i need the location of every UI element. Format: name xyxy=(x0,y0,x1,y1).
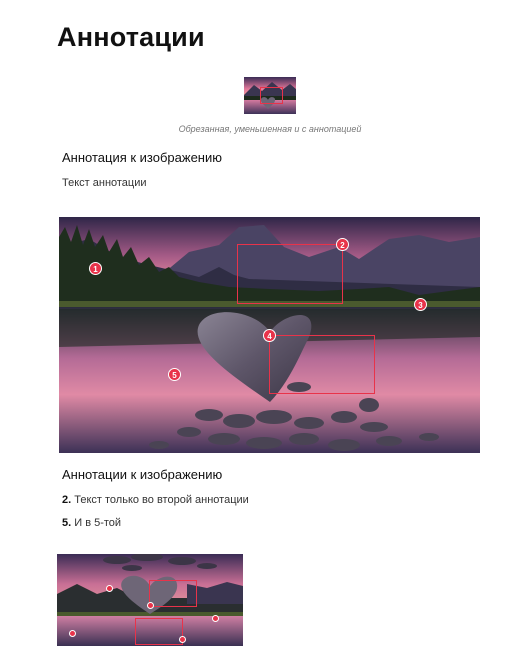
thumbnail-image[interactable] xyxy=(244,77,296,114)
annotation-marker-2[interactable]: 2 xyxy=(336,238,349,251)
bottom-image[interactable] xyxy=(57,554,243,646)
annotation-marker-3[interactable]: 3 xyxy=(414,298,427,311)
page-title: Аннотации xyxy=(57,22,205,52)
bottom-marker-e xyxy=(179,636,186,643)
annotation-text: Текст аннотации xyxy=(62,177,147,189)
bottom-annotation-box-2 xyxy=(135,618,183,645)
annotations-heading: Аннотации к изображению xyxy=(62,467,223,482)
note-text: Текст только во второй аннотации xyxy=(74,494,249,506)
thumbnail-caption: Обрезанная, уменьшенная и с аннотацией xyxy=(178,124,362,134)
annotation-note-2: 2. Текст только во второй аннотации xyxy=(62,494,249,506)
bottom-annotation-box-1 xyxy=(149,580,197,607)
annotation-box-2[interactable] xyxy=(237,244,343,304)
thumbnail-annotation-box xyxy=(260,87,283,104)
annotation-marker-5[interactable]: 5 xyxy=(168,368,181,381)
section-heading: Аннотация к изображению xyxy=(62,150,222,165)
note-text: И в 5-той xyxy=(74,517,122,529)
bottom-marker-c xyxy=(212,615,219,622)
bottom-marker-b xyxy=(147,602,154,609)
main-image[interactable]: 1 2 3 4 5 xyxy=(59,217,480,453)
bottom-marker-a xyxy=(106,585,113,592)
note-number: 5. xyxy=(62,517,72,529)
note-number: 2. xyxy=(62,494,72,506)
annotation-marker-4[interactable]: 4 xyxy=(263,329,276,342)
annotation-box-4[interactable] xyxy=(269,335,375,394)
bottom-marker-d xyxy=(69,630,76,637)
annotation-note-5: 5. И в 5-той xyxy=(62,517,121,529)
annotation-marker-1[interactable]: 1 xyxy=(89,262,102,275)
